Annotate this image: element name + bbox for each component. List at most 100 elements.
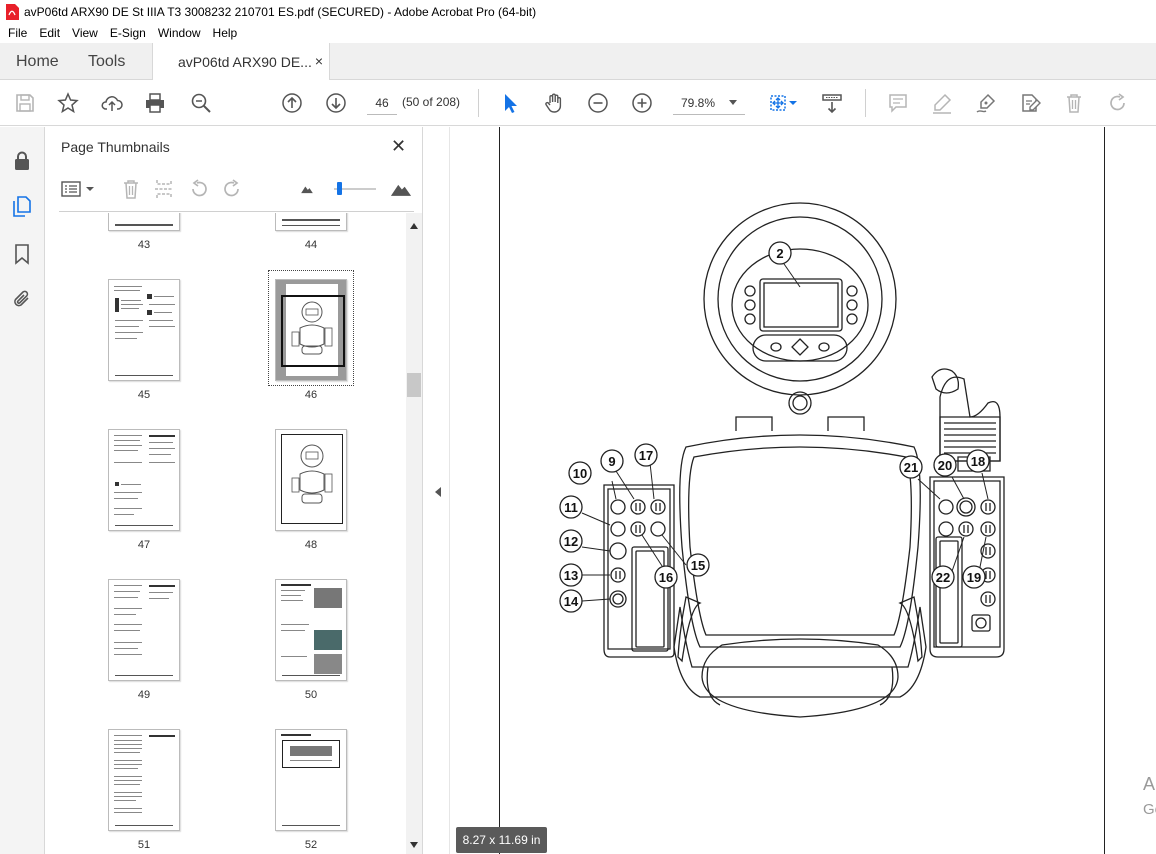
panel-close-icon[interactable]: ✕ xyxy=(391,136,406,157)
pdf-app-icon xyxy=(6,3,19,20)
document-view[interactable]: 2 9 10 11 12 13 14 15 16 17 18 19 20 21 … xyxy=(450,127,1156,854)
callout-9: 9 xyxy=(608,454,615,469)
toolbar-divider xyxy=(865,89,866,117)
activate-windows-text: A xyxy=(1143,774,1156,794)
thumbnail-label: 48 xyxy=(304,539,318,551)
page-thumbnail-selected[interactable] xyxy=(275,279,347,381)
operator-console-diagram: 2 9 10 11 12 13 14 15 16 17 18 19 20 21 … xyxy=(559,202,1005,718)
menu-bar: File Edit View E-Sign Window Help xyxy=(0,23,1156,43)
thumbnail-scrollbar[interactable] xyxy=(406,213,422,854)
thumbnail-diagram xyxy=(291,444,333,504)
callout-21: 21 xyxy=(904,460,918,475)
hand-icon[interactable] xyxy=(541,90,567,116)
scroll-mode-icon[interactable] xyxy=(819,90,845,116)
thumbnail-label: 51 xyxy=(137,839,151,851)
edit-icon[interactable] xyxy=(1017,90,1043,116)
menu-view[interactable]: View xyxy=(66,26,104,40)
page-thumbnail[interactable] xyxy=(275,213,347,231)
page-number-input[interactable] xyxy=(367,91,397,115)
panel-divider xyxy=(59,211,414,212)
thumbnail-label: 46 xyxy=(304,389,318,401)
redo-icon[interactable] xyxy=(1105,90,1131,116)
attachment-icon[interactable] xyxy=(10,287,34,311)
comment-icon[interactable] xyxy=(885,90,911,116)
page-thumbnail[interactable] xyxy=(108,579,180,681)
callout-12: 12 xyxy=(564,534,578,549)
scroll-up-icon[interactable] xyxy=(410,223,418,229)
menu-window[interactable]: Window xyxy=(152,26,207,40)
thumbnail-larger-icon[interactable] xyxy=(389,177,413,201)
page-thumbnail[interactable] xyxy=(275,579,347,681)
menu-edit[interactable]: Edit xyxy=(33,26,66,40)
fit-page-dropdown-icon[interactable] xyxy=(786,90,800,116)
tab-tools[interactable]: Tools xyxy=(88,43,125,80)
page-down-icon[interactable] xyxy=(323,90,349,116)
thumbnail-label: 43 xyxy=(137,239,151,251)
chevron-down-icon xyxy=(729,100,737,105)
callout-20: 20 xyxy=(938,458,952,473)
extract-pages-icon[interactable] xyxy=(152,177,176,201)
thumbnail-smaller-icon[interactable] xyxy=(299,177,315,201)
activate-windows-subtext: Go xyxy=(1143,801,1156,818)
callout-10: 10 xyxy=(573,466,587,481)
window-title: avP06td ARX90 DE St IIIA T3 3008232 2107… xyxy=(24,4,537,19)
callout-15: 15 xyxy=(691,558,705,573)
thumbnail-label: 52 xyxy=(304,839,318,851)
save-icon[interactable] xyxy=(12,90,38,116)
page-thumbnail[interactable] xyxy=(275,429,347,531)
menu-file[interactable]: File xyxy=(2,26,33,40)
delete-icon[interactable] xyxy=(1061,90,1087,116)
thumbnail-label: 45 xyxy=(137,389,151,401)
scrollbar-thumb[interactable] xyxy=(407,373,421,397)
upload-icon[interactable] xyxy=(99,90,125,116)
tab-bar: Home Tools avP06td ARX90 DE... × xyxy=(0,43,1156,81)
scroll-down-icon[interactable] xyxy=(410,842,418,848)
thumbnail-label: 44 xyxy=(304,239,318,251)
zoom-in-icon[interactable] xyxy=(629,90,655,116)
title-bar: avP06td ARX90 DE St IIIA T3 3008232 2107… xyxy=(0,0,1156,23)
delete-pages-icon[interactable] xyxy=(119,177,143,201)
tab-close-icon[interactable]: × xyxy=(315,53,323,69)
rotate-right-icon[interactable] xyxy=(220,177,244,201)
print-icon[interactable] xyxy=(142,90,168,116)
thumbnail-label: 50 xyxy=(304,689,318,701)
callout-18: 18 xyxy=(971,454,985,469)
menu-help[interactable]: Help xyxy=(207,26,244,40)
page-thumbnail[interactable] xyxy=(108,429,180,531)
tab-home[interactable]: Home xyxy=(16,43,59,80)
zoom-value: 79.8% xyxy=(681,95,716,110)
pages-icon[interactable] xyxy=(10,194,34,218)
callout-2: 2 xyxy=(776,246,783,261)
zoom-dropdown[interactable]: 79.8% xyxy=(673,91,745,115)
callout-19: 19 xyxy=(967,570,981,585)
callout-11: 11 xyxy=(564,500,578,515)
thumbnail-options-icon[interactable] xyxy=(61,177,95,201)
callout-13: 13 xyxy=(564,568,578,583)
select-arrow-icon[interactable] xyxy=(497,90,523,116)
panel-title: Page Thumbnails xyxy=(61,139,170,155)
sign-icon[interactable] xyxy=(973,90,999,116)
zoom-search-icon[interactable] xyxy=(188,90,214,116)
page-thumbnail[interactable] xyxy=(108,729,180,831)
panel-splitter[interactable] xyxy=(423,127,450,854)
bookmark-icon[interactable] xyxy=(10,242,34,266)
page-count: (50 of 208) xyxy=(402,95,461,109)
lock-icon[interactable] xyxy=(10,149,34,173)
tab-document[interactable]: avP06td ARX90 DE... × xyxy=(152,43,330,81)
menu-esign[interactable]: E-Sign xyxy=(104,26,152,40)
highlight-icon[interactable] xyxy=(929,90,955,116)
collapse-panel-icon[interactable] xyxy=(435,487,441,497)
toolbar-divider xyxy=(478,89,479,117)
page-up-icon[interactable] xyxy=(279,90,305,116)
callout-17: 17 xyxy=(639,448,653,463)
zoom-out-icon[interactable] xyxy=(585,90,611,116)
thumbnail-label: 47 xyxy=(137,539,151,551)
rotate-left-icon[interactable] xyxy=(187,177,211,201)
thumbnail-diagram xyxy=(291,301,333,355)
page-thumbnail[interactable] xyxy=(108,213,180,231)
star-icon[interactable] xyxy=(55,90,81,116)
page-thumbnail[interactable] xyxy=(275,729,347,831)
thumbnail-size-slider[interactable] xyxy=(332,177,378,201)
callout-16: 16 xyxy=(659,570,673,585)
page-thumbnail[interactable] xyxy=(108,279,180,381)
